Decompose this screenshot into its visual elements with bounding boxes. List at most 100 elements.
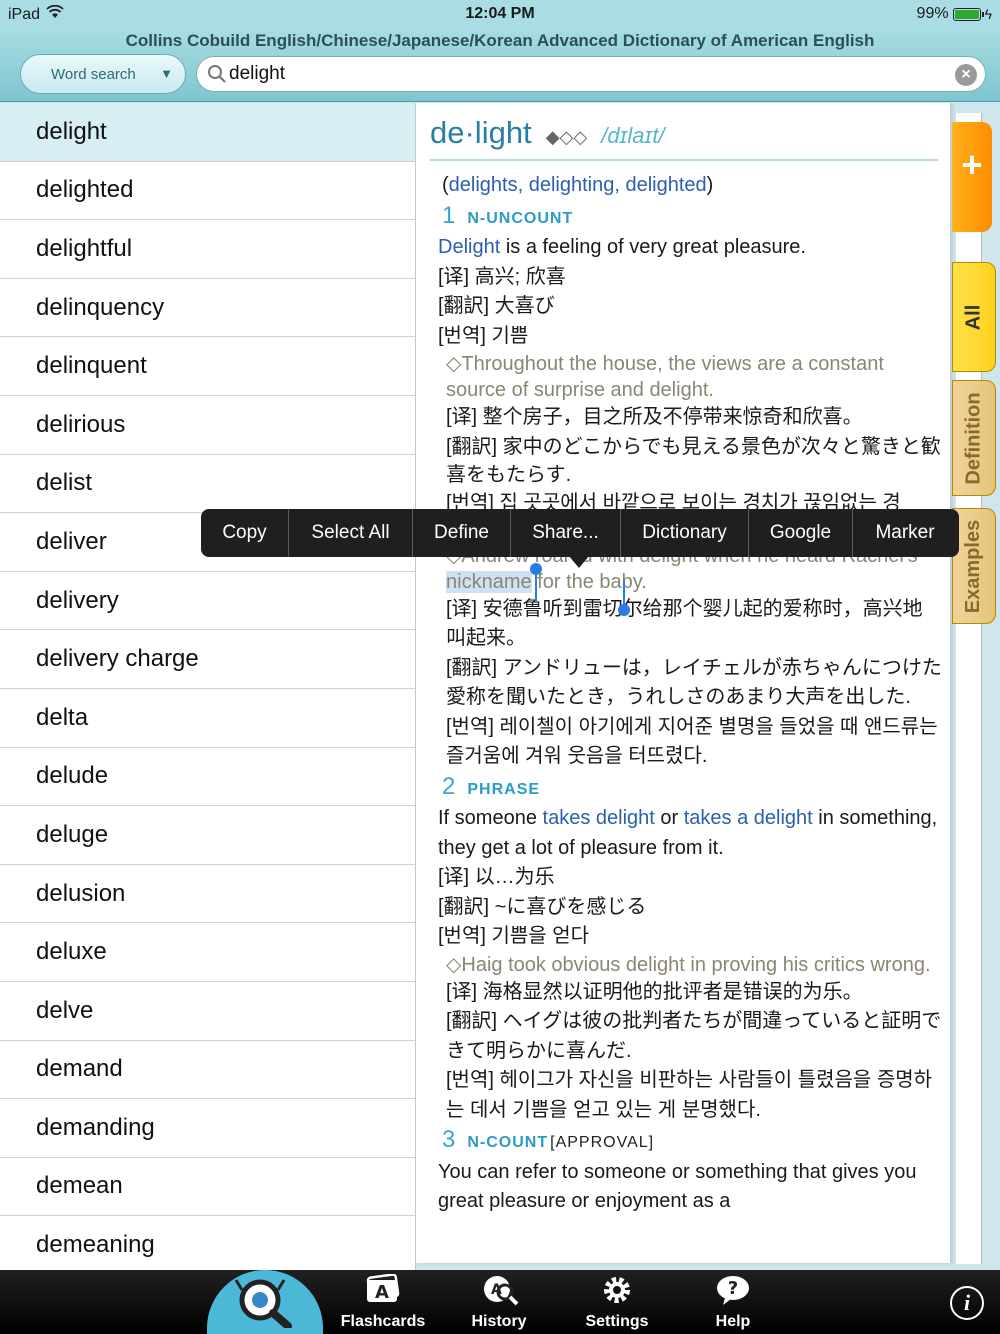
context-menu-select-all-item[interactable]: Select All [289, 509, 413, 557]
tab-all[interactable]: All [952, 262, 996, 372]
tab-settings[interactable]: Settings [562, 1274, 672, 1332]
context-menu-marker-item[interactable]: Marker [853, 509, 957, 557]
context-menu-google-item[interactable]: Google [749, 509, 853, 557]
search-mode-dropdown[interactable]: Word search ▼ [20, 54, 186, 94]
word-list-item[interactable]: delinquent [0, 337, 415, 396]
tab-label: Flashcards [340, 1313, 426, 1330]
svg-text:?: ? [728, 1278, 738, 1299]
battery-icon [952, 7, 984, 21]
sense-number: 1 [442, 201, 456, 229]
context-menu: Copy Select All Define Share... Dictionary Go… [201, 509, 959, 557]
definition-pane: de·light ◆◇◇ /dɪlaɪt/ (delights, delight… [416, 103, 1000, 1270]
context-menu-copy-item[interactable]: Copy [201, 509, 289, 557]
sense-2-header: 2 PHRASE [442, 772, 942, 805]
example-translation-ja: [翻訳] 家中のどこからでも見える景色が次々と驚きと歓喜をもたらす. [446, 435, 941, 486]
part-of-speech: N-COUNT [467, 1134, 549, 1151]
example-translation-zh: [译] 安德鲁听到雷切尔给那个婴儿起的爱称时，高兴地叫起来。 [446, 597, 923, 650]
gear-icon [597, 1274, 637, 1313]
translation-zh: [译] 以…为乐 [438, 866, 555, 888]
tab-all-label: All [962, 304, 985, 330]
app-title: Collins Cobuild English/Chinese/Japanese… [125, 31, 875, 50]
example-translation-ja: [翻訳] ヘイグは彼の批判者たちが間違っていると証明できて明らかに喜んだ. [446, 1010, 942, 1062]
svg-text:A: A [375, 1282, 389, 1303]
word-list-item[interactable]: delusion [0, 865, 415, 924]
definition-card[interactable]: de·light ◆◇◇ /dɪlaɪt/ (delights, delight… [416, 103, 950, 1263]
sense-3-definition: You can refer to someone or something th… [438, 1160, 917, 1213]
app-header: Collins Cobuild English/Chinese/Japanese… [0, 28, 1000, 102]
tab-definition-label: Definition [962, 391, 985, 485]
word-list-item[interactable]: demean [0, 1158, 415, 1217]
example-sentence: ◇Haig took obvious delight in proving hi… [446, 953, 931, 976]
translation-ja: [翻訳] ~に喜びを感じる [438, 895, 647, 918]
add-bookmark-button[interactable]: + [952, 122, 992, 232]
word-list-item[interactable]: demeaning [0, 1216, 415, 1270]
charging-icon: ϟ [984, 6, 992, 22]
headword: de·light [430, 115, 532, 150]
example-translation-ko: [번역] 레이첼이 아기에게 지어준 별명을 들었을 때 앤드류는 즐거움에 겨… [446, 715, 938, 768]
inflections: (delights, delighting, delighted) [442, 174, 714, 196]
word-list-item[interactable]: delta [0, 689, 415, 748]
word-list-item[interactable]: delight [0, 103, 415, 162]
word-list-item[interactable]: deluxe [0, 923, 415, 982]
tab-history[interactable]: A History [444, 1274, 554, 1332]
info-button[interactable]: i [950, 1286, 984, 1320]
tab-flashcards[interactable]: A Flashcards [328, 1273, 438, 1332]
context-menu-share-item[interactable]: Share... [511, 509, 621, 557]
sense-1-header: 1 N-UNCOUNT [442, 201, 942, 234]
status-bar: iPad 12:04 PM 99% ϟ [0, 0, 1000, 28]
example-translation-zh: [译] 海格显然以证明他的批评者是错误的为乐。 [446, 980, 863, 1003]
sense-3-header: 3 N-COUNT [APPROVAL] [442, 1125, 942, 1158]
tab-definition[interactable]: Definition [952, 380, 996, 496]
clock: 12:04 PM [465, 5, 535, 22]
example-translation-ko: [번역] 헤이그가 자신을 비판하는 사람들이 틀렸음을 증명하는 데서 기쁨을… [446, 1069, 933, 1121]
frequency-indicator: ◆◇◇ [545, 127, 588, 147]
tab-label: Help [715, 1313, 751, 1330]
word-list-item[interactable]: delirious [0, 396, 415, 455]
word-list-item[interactable]: delve [0, 982, 415, 1041]
tab-label: History [471, 1313, 527, 1330]
word-list-item[interactable]: demanding [0, 1099, 415, 1158]
context-menu-dictionary-item[interactable]: Dictionary [621, 509, 749, 557]
flashcards-icon: A [363, 1273, 403, 1313]
example-translation-ko: [번역] 집 곳곳에서 바깥으로 보이는 경치가 끊임없는 경 [446, 491, 901, 511]
selected-text[interactable]: nickname [446, 570, 532, 593]
sense-1-definition: Delight is a feeling of very great pleas… [438, 236, 806, 258]
usage-note: [APPROVAL] [550, 1134, 655, 1151]
search-box[interactable]: × [196, 56, 986, 92]
history-icon: A [479, 1274, 519, 1313]
battery-percent: 99% [916, 5, 949, 22]
word-list-item[interactable]: deluge [0, 806, 415, 865]
example-sentence: ◇Throughout the house, the views are a c… [446, 353, 884, 401]
word-list[interactable]: delight delighted delightful delinquency del… [0, 103, 416, 1270]
translation-ko: [번역] 기쁨을 얻다 [438, 925, 590, 947]
pronunciation[interactable]: /dɪlaɪt/ [601, 123, 664, 149]
word-list-item[interactable]: delighted [0, 162, 415, 221]
search-icon [207, 64, 227, 89]
context-menu-define-item[interactable]: Define [413, 509, 511, 557]
word-list-item[interactable]: delightful [0, 220, 415, 279]
word-list-item[interactable]: delivery [0, 572, 415, 631]
part-of-speech: PHRASE [467, 780, 541, 798]
word-list-item[interactable]: delinquency [0, 279, 415, 338]
clear-search-button[interactable]: × [955, 64, 977, 86]
word-list-item[interactable]: delist [0, 455, 415, 514]
headword-row: de·light ◆◇◇ /dɪlaɪt/ [430, 115, 938, 161]
tab-help[interactable]: ? Help [678, 1274, 788, 1332]
translation-ko: [번역] 기쁨 [438, 324, 529, 347]
help-icon: ? [713, 1274, 753, 1313]
definition-body[interactable]: (delights, delighting, delighted) 1 N-UN… [438, 171, 942, 1217]
sense-number: 3 [442, 1126, 456, 1153]
word-list-item[interactable]: demand [0, 1041, 415, 1100]
word-list-item[interactable]: delivery charge [0, 630, 415, 689]
translation-ja: [翻訳] 大喜び [438, 295, 555, 317]
chevron-down-icon: ▼ [160, 66, 173, 81]
selection-handle-start-bar [535, 573, 537, 603]
selection-handle-end[interactable] [618, 604, 630, 616]
inflection-forms: delights, delighting, delighted [448, 174, 707, 196]
word-list-item[interactable]: delude [0, 748, 415, 807]
translation-zh: [译] 高兴; 欣喜 [438, 265, 566, 288]
search-mode-label: Word search [51, 65, 136, 83]
magnifier-icon [230, 1272, 300, 1333]
search-input[interactable] [229, 59, 929, 89]
svg-text:A: A [491, 1282, 502, 1298]
